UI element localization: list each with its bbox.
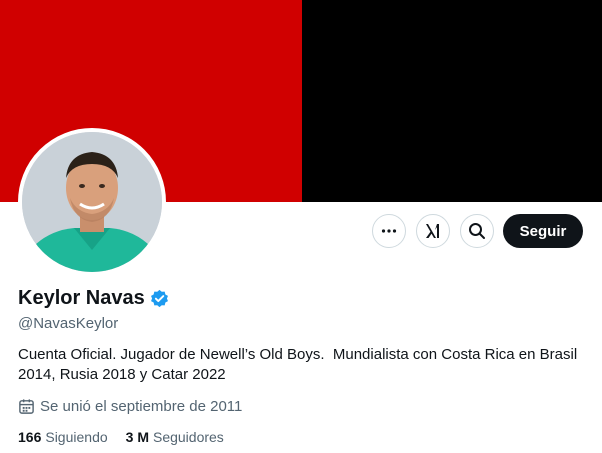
- following-count: 166: [18, 429, 42, 445]
- display-name: Keylor Navas: [18, 287, 145, 309]
- grok-icon: [426, 224, 439, 238]
- join-date: Se unió el septiembre de 2011: [18, 398, 242, 415]
- following-link[interactable]: 166 Siguiendo: [18, 429, 108, 445]
- grok-button[interactable]: [416, 214, 450, 248]
- more-icon: [381, 229, 397, 233]
- follow-stats: 166 Siguiendo 3 M Seguidores: [18, 429, 242, 445]
- verified-badge-icon[interactable]: [150, 289, 169, 308]
- banner-black-half: [302, 0, 602, 202]
- user-handle: @NavasKeylor: [18, 315, 119, 332]
- avatar[interactable]: [18, 128, 166, 276]
- followers-count: 3 M: [125, 429, 149, 445]
- profile-page: Seguir Keylor Navas @NavasKeylor Cuenta …: [0, 0, 602, 453]
- join-date-text: Se unió el septiembre de 2011: [40, 398, 243, 415]
- profile-bio: Cuenta Oficial. Jugador de Newell’s Old …: [18, 346, 582, 383]
- following-label: Siguiendo: [45, 429, 108, 445]
- calendar-icon: [19, 399, 34, 414]
- search-button[interactable]: [460, 214, 494, 248]
- display-name-row: Keylor Navas: [18, 287, 169, 310]
- avatar-photo: [22, 132, 162, 272]
- follow-button[interactable]: Seguir: [503, 214, 583, 248]
- followers-link[interactable]: 3 M Seguidores: [126, 429, 224, 445]
- followers-label: Seguidores: [152, 429, 224, 445]
- more-button[interactable]: [372, 214, 406, 248]
- search-icon: [469, 223, 485, 239]
